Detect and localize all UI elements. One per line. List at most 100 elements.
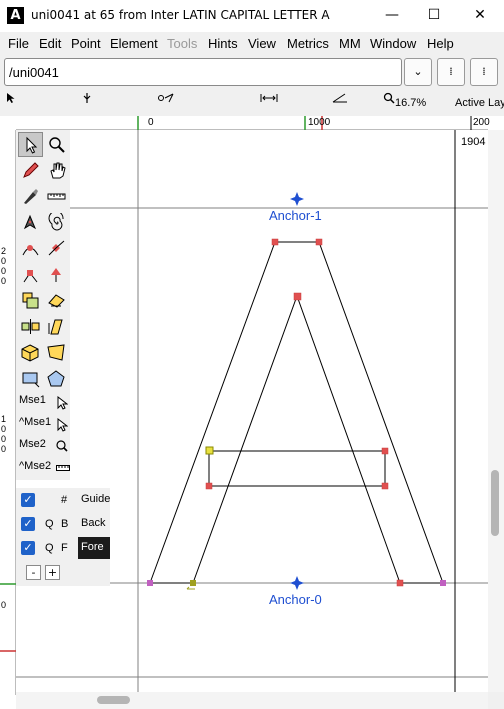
ruler-icon [47, 193, 66, 200]
flip-tool[interactable] [18, 314, 43, 339]
magnify-icon [49, 137, 65, 153]
point[interactable] [440, 580, 446, 586]
scroll-tool[interactable] [44, 158, 69, 183]
layer-row-back[interactable]: ✓ Q B Back [16, 513, 110, 535]
mouse1-pointer-icon [57, 396, 68, 410]
start-point[interactable] [205, 446, 214, 455]
hv-curve-point-icon [48, 240, 65, 256]
mouse2-label: Mse2 [19, 438, 46, 450]
scale-tool[interactable] [18, 288, 43, 313]
tool-palette: Mse1 ^Mse1 Mse2 ^Mse2 [16, 130, 70, 480]
anchor-bottom-icon[interactable] [290, 576, 304, 590]
anchor-bottom-label: Anchor-0 [269, 592, 322, 607]
rectangle-tool[interactable] [18, 366, 43, 391]
vruler-label-2000-digit-1: 2 [1, 246, 7, 256]
layer-row-guide[interactable]: ✓ # Guide [16, 489, 110, 511]
pointer-tool[interactable] [18, 132, 43, 157]
knife-tool[interactable] [18, 184, 43, 209]
point[interactable] [381, 447, 389, 455]
spiro-tool[interactable] [44, 210, 69, 235]
vruler-label-2000-digit-4: 0 [1, 276, 7, 286]
rotate-tool[interactable] [44, 288, 69, 313]
scale-icon [22, 292, 39, 309]
mouse1-label: Mse1 [19, 394, 46, 406]
layer-quadratic-flag: Q [45, 542, 54, 554]
corner-point-icon [23, 270, 38, 283]
ruler-label-2000: 200 [473, 117, 490, 128]
layer-name[interactable]: Guide [78, 489, 113, 511]
vertical-ruler: 2 0 0 0 1 0 0 0 0 [0, 130, 16, 695]
point[interactable] [396, 579, 404, 587]
remove-layer-button[interactable]: - [26, 565, 41, 580]
ruler-label-0: 0 [148, 117, 154, 128]
point[interactable] [271, 238, 279, 246]
layer-row-fore[interactable]: ✓ Q F Fore [16, 537, 110, 559]
perspective-tool[interactable] [44, 340, 69, 365]
hv-curve-point-tool[interactable] [44, 236, 69, 261]
skew-tool[interactable] [44, 314, 69, 339]
vertical-scrollbar[interactable] [488, 130, 504, 695]
pointer-icon [26, 136, 38, 154]
pen-tool[interactable] [18, 210, 43, 235]
3d-rotate-tool[interactable] [18, 340, 43, 365]
layer-visible-checkbox[interactable]: ✓ [21, 541, 35, 555]
point[interactable] [381, 482, 389, 490]
pen-icon [23, 214, 37, 230]
curve-point-tool[interactable] [18, 236, 43, 261]
pen-nib-icon [24, 189, 38, 204]
advance-width-value: 1904 [461, 136, 486, 148]
ruler-tool[interactable] [44, 184, 69, 209]
ctrl-mouse2-label: ^Mse2 [19, 460, 52, 472]
perspective-icon [47, 344, 65, 361]
rotate-icon [48, 294, 65, 308]
cube-icon [21, 344, 39, 362]
horizontal-scrollbar[interactable] [16, 692, 488, 709]
point[interactable] [205, 482, 213, 490]
mouse2-magnify-icon [56, 440, 68, 452]
pencil-icon [23, 162, 39, 178]
ctrl-mouse1-pointer-icon [57, 418, 68, 432]
anchor-top-label: Anchor-1 [269, 208, 322, 223]
spiral-icon [48, 213, 64, 231]
layer-visible-checkbox[interactable]: ✓ [21, 493, 35, 507]
vruler-label-2000-digit-2: 0 [1, 256, 7, 266]
anchor-top-icon[interactable] [290, 192, 304, 206]
point[interactable] [315, 238, 323, 246]
polygon-tool[interactable] [44, 366, 69, 391]
vruler-label-2000-digit-3: 0 [1, 266, 7, 276]
tangent-point-tool[interactable] [44, 262, 69, 287]
vertical-scroll-thumb[interactable] [491, 470, 499, 536]
skew-icon [48, 319, 63, 335]
vruler-label-1000-digit-3: 0 [1, 434, 7, 444]
add-layer-button[interactable]: + [45, 565, 60, 580]
glyph-outline-view [16, 130, 488, 692]
flip-icon [21, 319, 40, 334]
horizontal-scroll-thumb[interactable] [97, 696, 130, 704]
layer-visible-checkbox[interactable]: ✓ [21, 517, 35, 531]
freehand-tool[interactable] [18, 158, 43, 183]
resize-grip[interactable] [488, 692, 504, 709]
layer-symbol: B [61, 518, 69, 530]
vruler-label-1000-digit-1: 1 [1, 414, 7, 424]
rectangle-icon [22, 372, 40, 388]
hand-icon [50, 162, 66, 179]
point[interactable] [293, 292, 302, 301]
ruler-ticks [137, 116, 472, 130]
tangent-point-icon [51, 268, 61, 282]
layer-name[interactable]: Back [78, 513, 108, 535]
direction-arrow-icon [186, 586, 195, 590]
horizontal-ruler: 0 1000 200 [16, 116, 490, 130]
vruler-label-0: 0 [1, 600, 7, 610]
ruler-label-1000: 1000 [308, 117, 331, 128]
magnify-tool[interactable] [44, 132, 69, 157]
point[interactable] [147, 580, 153, 586]
point[interactable] [190, 580, 196, 586]
layers-panel: ✓ # Guide ✓ Q B Back ✓ Q F Fore - + [16, 488, 110, 586]
vruler-label-1000-digit-2: 0 [1, 424, 7, 434]
corner-point-tool[interactable] [18, 262, 43, 287]
curve-point-icon [22, 245, 39, 256]
polygon-icon [47, 370, 65, 387]
layer-name-active[interactable]: Fore [78, 537, 110, 559]
ctrl-mouse1-label: ^Mse1 [19, 416, 52, 428]
layer-quadratic-flag: Q [45, 518, 54, 530]
